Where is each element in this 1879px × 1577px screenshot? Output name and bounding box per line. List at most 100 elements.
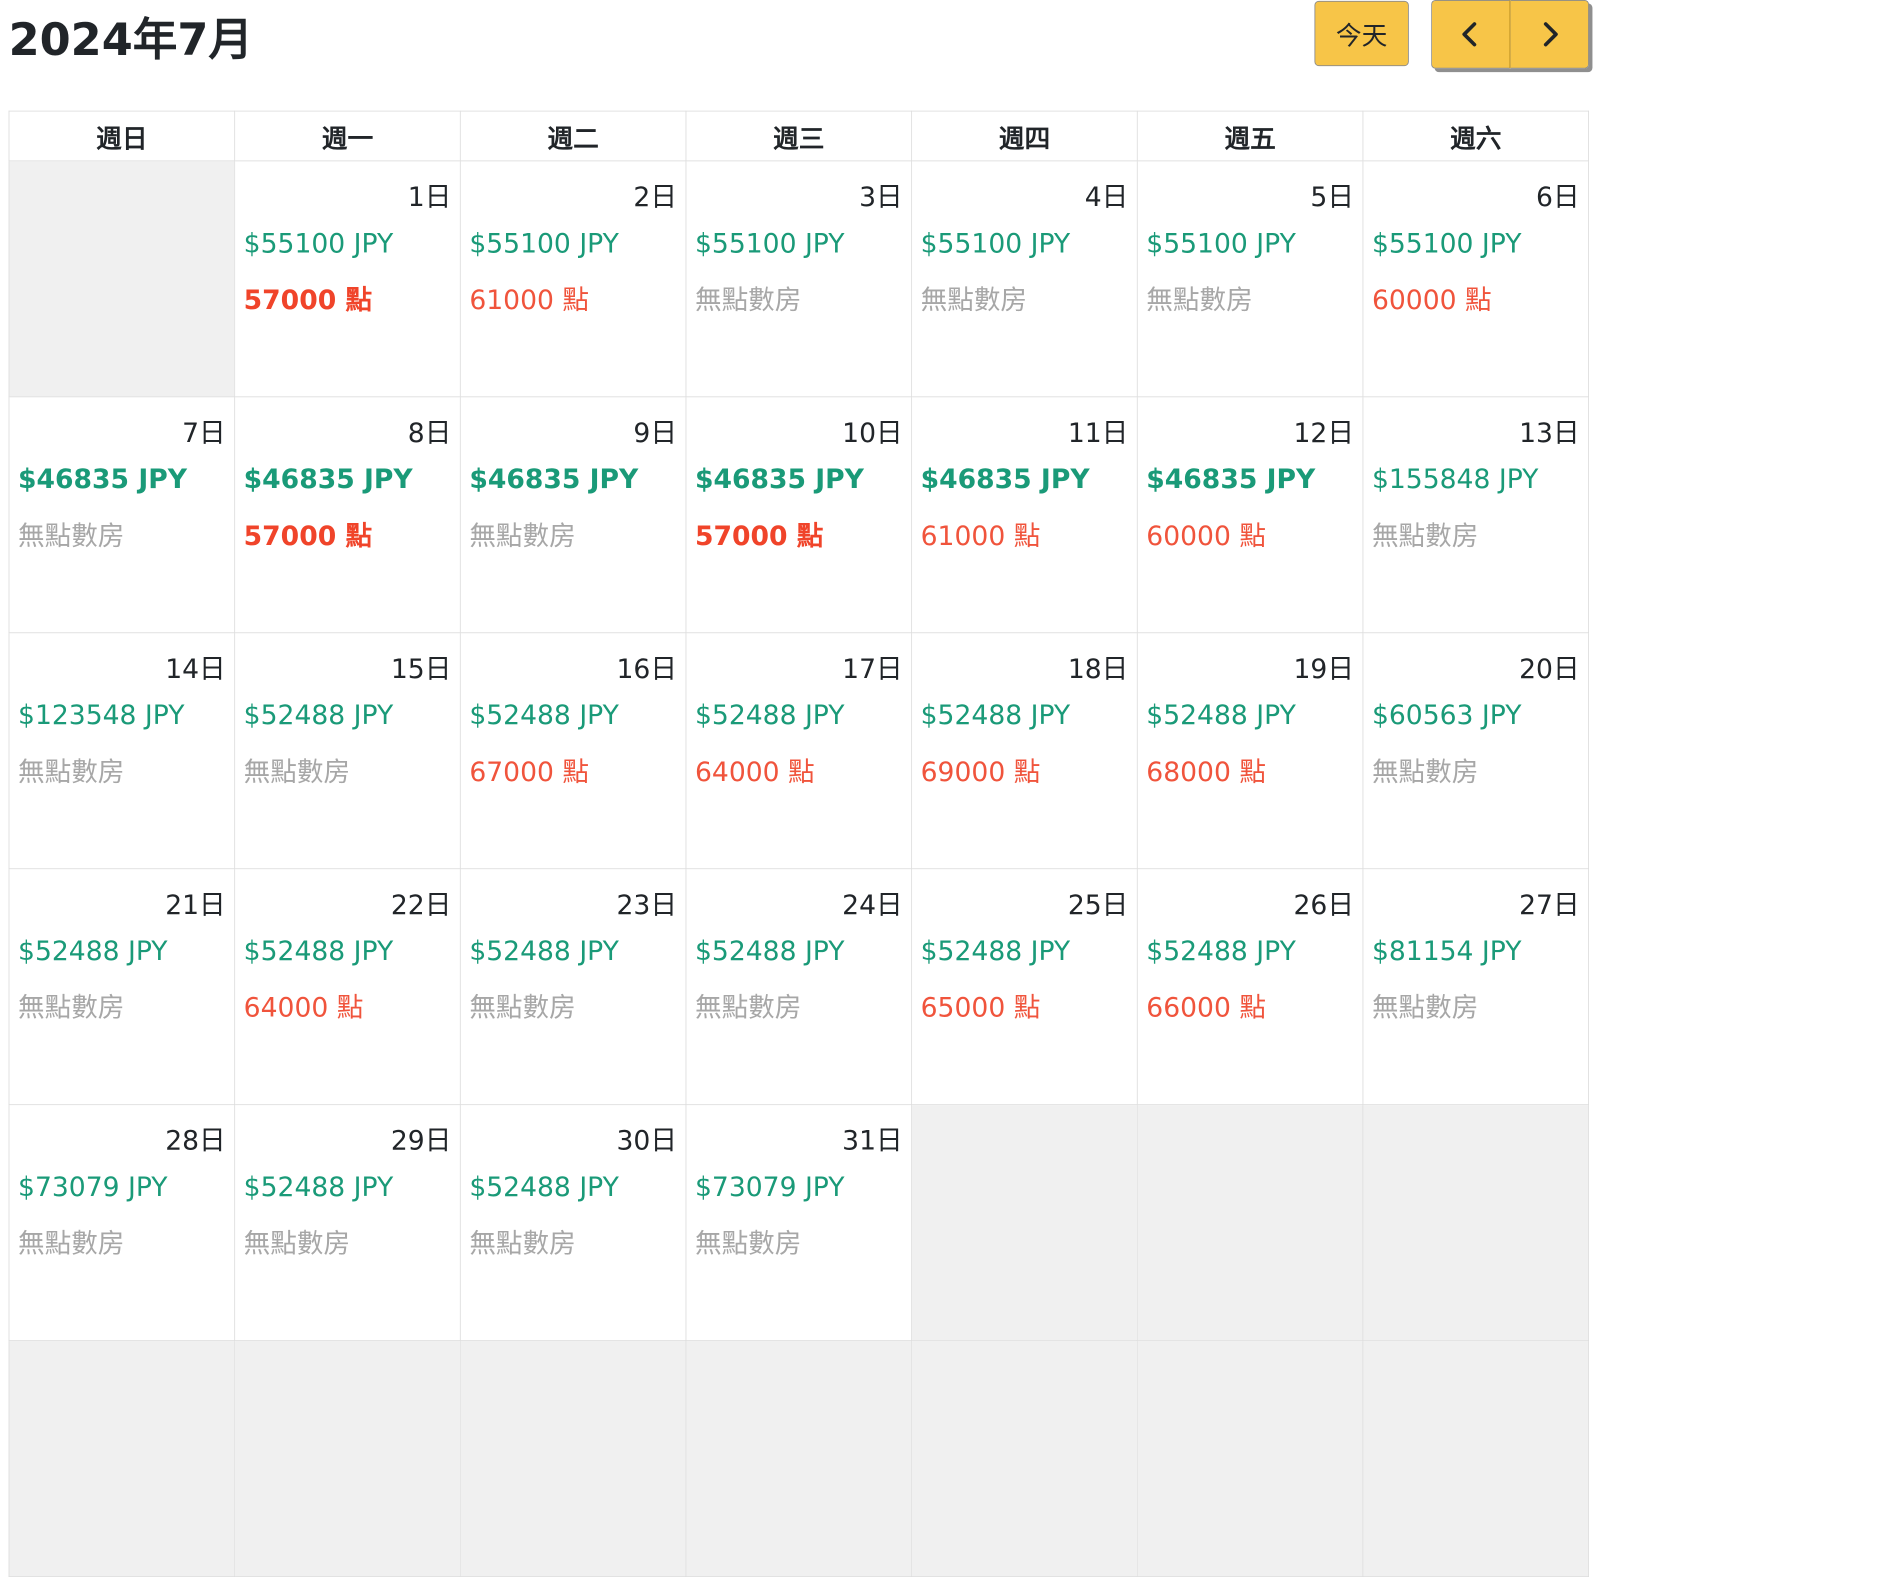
day-cell[interactable]: 20日 $60563 JPY 無點數房 xyxy=(1362,632,1590,870)
day-number: 9日 xyxy=(633,417,677,449)
points-price: 無點數房 xyxy=(18,992,125,1024)
points-price: 68000 點 xyxy=(1146,756,1266,788)
day-number: 21日 xyxy=(165,889,226,921)
day-cell[interactable]: 3日 $55100 JPY 無點數房 xyxy=(685,160,913,398)
day-number: 25日 xyxy=(1067,889,1129,921)
points-price: 65000 點 xyxy=(920,992,1041,1024)
day-cell[interactable]: 30日 $52488 JPY 無點數房 xyxy=(459,1104,687,1342)
points-price: 無點數房 xyxy=(1371,992,1479,1024)
points-price: 無點數房 xyxy=(694,284,802,316)
day-cell[interactable]: 19日 $52488 JPY 68000 點 xyxy=(1136,632,1364,870)
day-cell[interactable]: 12日 $46835 JPY 60000 點 xyxy=(1136,396,1364,634)
day-number: 3日 xyxy=(859,181,903,213)
empty-day-cell xyxy=(1136,1104,1364,1342)
day-cell[interactable]: 1日 $55100 JPY 57000 點 xyxy=(234,160,461,398)
weekday-header: 週一 xyxy=(234,110,461,162)
day-cell[interactable]: 10日 $46835 JPY 57000 點 xyxy=(685,396,913,634)
room-price: $55100 JPY xyxy=(1371,228,1522,260)
day-cell[interactable]: 9日 $46835 JPY 無點數房 xyxy=(459,396,687,634)
week-row: 28日 $73079 JPY 無點數房 29日 $52488 JPY 無點數房 30日 $52… xyxy=(8,1104,1590,1342)
room-price: $73079 JPY xyxy=(694,1172,845,1203)
room-price: $52488 JPY xyxy=(469,700,619,732)
room-price: $46835 JPY xyxy=(1146,464,1316,496)
room-price: $123548 JPY xyxy=(18,700,185,732)
day-cell[interactable]: 21日 $52488 JPY 無點數房 xyxy=(8,868,236,1106)
day-cell[interactable]: 27日 $81154 JPY 無點數房 xyxy=(1362,868,1590,1106)
room-price: $52488 JPY xyxy=(243,700,394,732)
day-cell[interactable]: 29日 $52488 JPY 無點數房 xyxy=(234,1104,461,1342)
points-price: 無點數房 xyxy=(18,756,125,788)
day-number: 5日 xyxy=(1310,181,1354,213)
room-price: $46835 JPY xyxy=(469,464,639,496)
day-number: 26日 xyxy=(1293,889,1354,921)
day-cell[interactable]: 16日 $52488 JPY 67000 點 xyxy=(459,632,687,870)
day-number: 24日 xyxy=(842,889,903,921)
day-cell[interactable]: 28日 $73079 JPY 無點數房 xyxy=(8,1104,236,1342)
day-cell[interactable]: 23日 $52488 JPY 無點數房 xyxy=(459,868,687,1106)
day-cell[interactable]: 8日 $46835 JPY 57000 點 xyxy=(234,396,461,634)
day-number: 8日 xyxy=(407,417,452,449)
weekday-header: 週日 xyxy=(8,110,236,162)
day-cell[interactable]: 2日 $55100 JPY 61000 點 xyxy=(459,160,687,398)
day-cell[interactable]: 18日 $52488 JPY 69000 點 xyxy=(911,632,1138,870)
room-price: $52488 JPY xyxy=(469,936,619,967)
points-price: 無點數房 xyxy=(694,1228,802,1260)
day-number: 2日 xyxy=(633,181,677,213)
day-cell[interactable]: 25日 $52488 JPY 65000 點 xyxy=(911,868,1138,1106)
day-number: 23日 xyxy=(616,889,677,921)
empty-day-cell xyxy=(234,1340,461,1577)
day-cell[interactable]: 6日 $55100 JPY 60000 點 xyxy=(1362,160,1590,398)
room-price: $52488 JPY xyxy=(694,936,845,967)
day-cell[interactable]: 26日 $52488 JPY 66000 點 xyxy=(1136,868,1364,1106)
empty-day-cell xyxy=(8,160,236,398)
weekday-header: 週六 xyxy=(1362,110,1590,162)
empty-day-cell xyxy=(685,1340,913,1577)
day-cell[interactable]: 31日 $73079 JPY 無點數房 xyxy=(685,1104,913,1342)
empty-day-cell xyxy=(911,1104,1138,1342)
day-cell[interactable]: 4日 $55100 JPY 無點數房 xyxy=(911,160,1138,398)
day-cell[interactable]: 13日 $155848 JPY 無點數房 xyxy=(1362,396,1590,634)
day-cell[interactable]: 14日 $123548 JPY 無點數房 xyxy=(8,632,236,870)
weekday-header: 週五 xyxy=(1136,110,1364,162)
prev-month-button[interactable] xyxy=(1431,0,1511,69)
room-price: $73079 JPY xyxy=(18,1172,168,1203)
day-cell[interactable]: 11日 $46835 JPY 61000 點 xyxy=(911,396,1138,634)
next-month-button[interactable] xyxy=(1510,0,1590,69)
day-number: 12日 xyxy=(1293,417,1354,449)
day-number: 30日 xyxy=(616,1125,677,1157)
room-price: $52488 JPY xyxy=(243,1172,394,1203)
empty-day-cell xyxy=(8,1340,236,1577)
day-cell[interactable]: 22日 $52488 JPY 64000 點 xyxy=(234,868,461,1106)
empty-day-cell xyxy=(459,1340,687,1577)
day-number: 11日 xyxy=(1067,417,1129,449)
points-price: 無點數房 xyxy=(18,1228,125,1260)
day-number: 20日 xyxy=(1519,653,1580,685)
points-price: 無點數房 xyxy=(1371,520,1479,552)
points-price: 無點數房 xyxy=(1146,284,1253,316)
chevron-left-icon xyxy=(1462,22,1477,47)
day-number: 7日 xyxy=(182,417,226,449)
day-cell[interactable]: 7日 $46835 JPY 無點數房 xyxy=(8,396,236,634)
week-row: 1日 $55100 JPY 57000 點 2日 $55100 JPY 61000 點 3日… xyxy=(8,160,1590,398)
room-price: $52488 JPY xyxy=(694,700,845,732)
day-number: 16日 xyxy=(616,653,677,685)
room-price: $46835 JPY xyxy=(694,464,864,496)
room-price: $46835 JPY xyxy=(243,464,413,496)
room-price: $52488 JPY xyxy=(243,936,394,967)
day-number: 19日 xyxy=(1293,653,1354,685)
points-price: 61000 點 xyxy=(920,520,1041,552)
room-price: $52488 JPY xyxy=(469,1172,619,1203)
day-cell[interactable]: 24日 $52488 JPY 無點數房 xyxy=(685,868,913,1106)
points-price: 57000 點 xyxy=(694,520,824,552)
room-price: $55100 JPY xyxy=(469,228,619,260)
day-cell[interactable]: 17日 $52488 JPY 64000 點 xyxy=(685,632,913,870)
week-row: 7日 $46835 JPY 無點數房 8日 $46835 JPY 57000 點 9日 $46… xyxy=(8,396,1590,634)
day-cell[interactable]: 5日 $55100 JPY 無點數房 xyxy=(1136,160,1364,398)
day-cell[interactable]: 15日 $52488 JPY 無點數房 xyxy=(234,632,461,870)
room-price: $52488 JPY xyxy=(1146,936,1296,967)
today-button[interactable]: 今天 xyxy=(1314,0,1409,67)
points-price: 64000 點 xyxy=(243,992,364,1024)
month-nav xyxy=(1431,0,1590,69)
empty-day-cell xyxy=(1136,1340,1364,1577)
points-price: 無點數房 xyxy=(469,520,576,552)
